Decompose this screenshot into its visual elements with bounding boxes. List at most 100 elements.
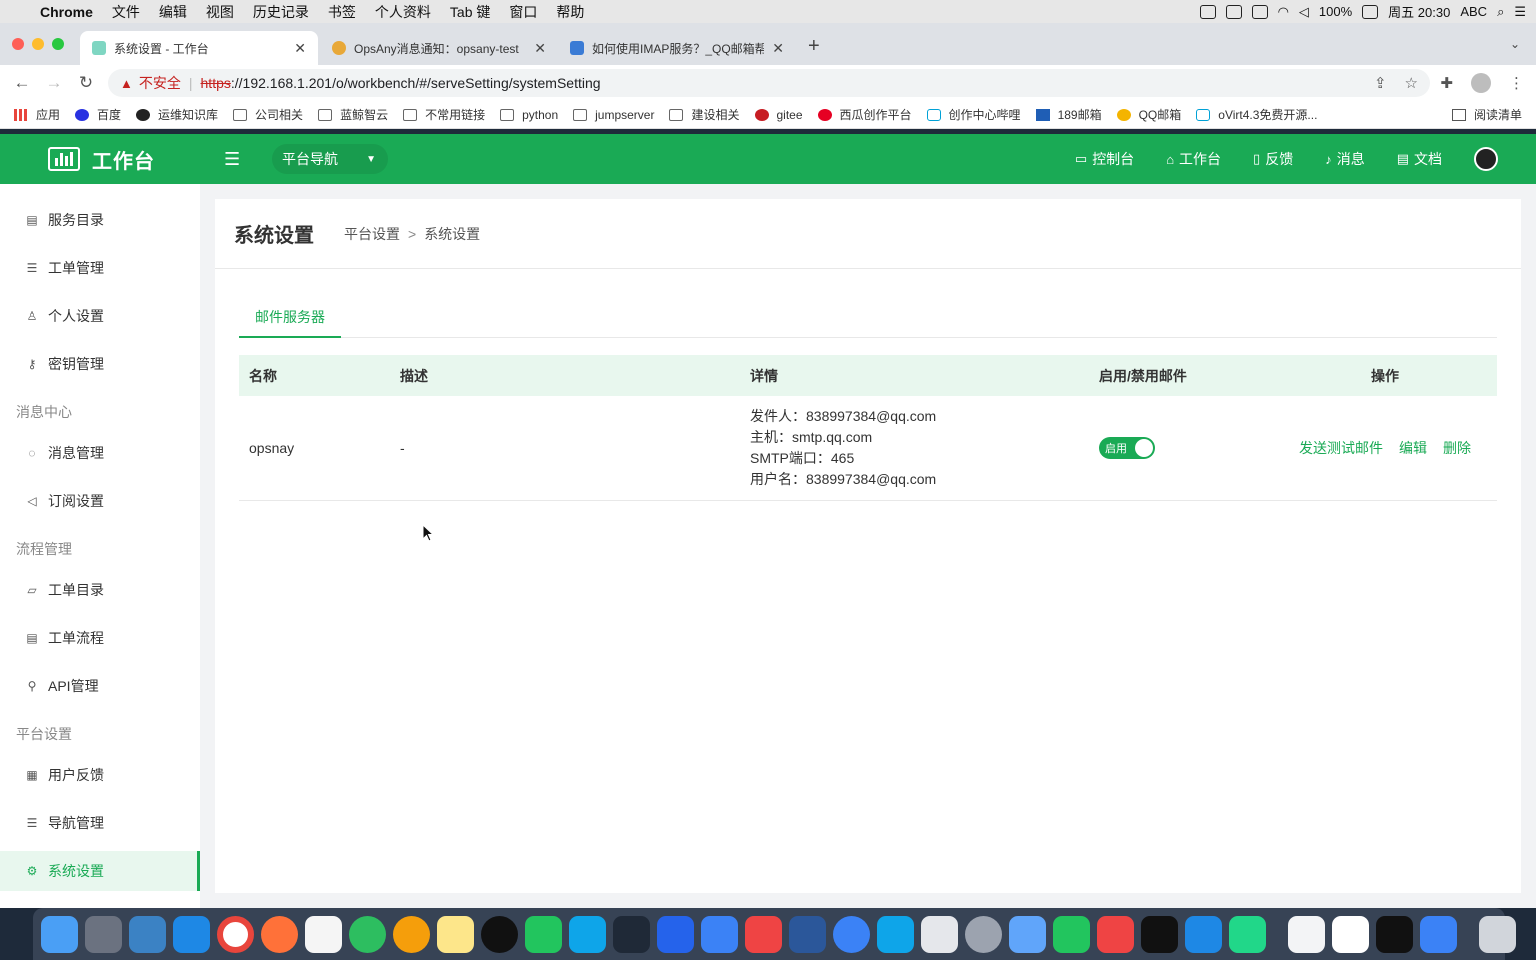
minimize-window-button[interactable] — [32, 38, 44, 50]
sidebar-item-user-feedback[interactable]: ▦ 用户反馈 — [0, 755, 200, 795]
pycharm-icon[interactable] — [1229, 915, 1266, 953]
platform-nav-dropdown[interactable]: 平台导航 ▼ — [272, 144, 388, 174]
bookmark-189mail[interactable]: 189邮箱 — [1035, 106, 1102, 123]
menu-help[interactable]: 帮助 — [556, 2, 584, 22]
close-window-button[interactable] — [12, 38, 24, 50]
back-arrow-icon[interactable]: ← — [6, 73, 38, 93]
warning-triangle-icon[interactable]: ▲ — [120, 76, 133, 91]
menu-window[interactable]: 窗口 — [509, 2, 537, 22]
app-logo[interactable]: 工作台 — [48, 145, 155, 174]
close-tab-icon[interactable]: ✕ — [534, 40, 546, 57]
textedit-icon[interactable] — [1288, 915, 1325, 953]
remote-desktop-icon[interactable] — [701, 915, 738, 953]
menu-app-name[interactable]: Chrome — [40, 4, 93, 20]
word-icon[interactable] — [789, 915, 826, 953]
pdf-reader-icon[interactable] — [1097, 915, 1134, 953]
enable-mail-toggle[interactable]: 启用 — [1099, 437, 1155, 459]
menu-view[interactable]: 视图 — [206, 2, 234, 22]
sidebar-item-service-catalog[interactable]: ▤ 服务目录 — [0, 200, 200, 240]
new-tab-button[interactable]: + — [808, 35, 820, 58]
photos-icon[interactable] — [393, 915, 430, 953]
wifi-icon[interactable]: ◠ — [1278, 4, 1289, 20]
sidebar-item-message-mgmt[interactable]: ◌ 消息管理 — [0, 433, 200, 473]
sidebar-item-key-mgmt[interactable]: ⚷ 密钥管理 — [0, 344, 200, 384]
sidebar-item-subscription[interactable]: ◁ 订阅设置 — [0, 481, 200, 521]
bookmark-folder-python[interactable]: python — [500, 108, 558, 122]
video-player-icon[interactable] — [1053, 915, 1090, 953]
vscode-icon[interactable] — [1185, 915, 1222, 953]
menu-edit[interactable]: 编辑 — [159, 2, 187, 22]
topnav-docs[interactable]: ▤ 文档 — [1397, 149, 1442, 169]
sidebar-item-personal-settings[interactable]: ♙ 个人设置 — [0, 296, 200, 336]
baidu-netdisk-icon[interactable] — [1009, 915, 1046, 953]
menu-history[interactable]: 历史记录 — [253, 2, 309, 22]
wechat-status-icon[interactable] — [1199, 4, 1216, 19]
share-icon[interactable]: ⇪ — [1374, 74, 1387, 92]
extensions-puzzle-icon[interactable]: ✚ — [1440, 74, 1453, 92]
close-tab-icon[interactable]: ✕ — [294, 40, 306, 57]
activity-monitor-icon[interactable] — [1376, 915, 1413, 953]
chat-status-icon[interactable] — [1225, 4, 1242, 19]
bookmark-gitee[interactable]: gitee — [754, 108, 803, 122]
terminal-zen-icon[interactable] — [613, 915, 650, 953]
send-test-mail-link[interactable]: 发送测试邮件 — [1299, 438, 1383, 458]
bookmark-star-icon[interactable]: ☆ — [1405, 74, 1418, 92]
menu-tab[interactable]: Tab 键 — [450, 2, 490, 22]
wechat-icon[interactable] — [525, 915, 562, 953]
bookmark-bilibili[interactable]: 创作中心哔哩 — [926, 106, 1021, 123]
bookmark-ops-kb[interactable]: 运维知识库 — [136, 106, 218, 123]
menu-collapse-icon[interactable]: ☰ — [224, 149, 240, 170]
trash-icon[interactable] — [1479, 915, 1516, 953]
profile-avatar-icon[interactable] — [1471, 73, 1491, 93]
user-avatar[interactable] — [1474, 147, 1498, 171]
scripteditor-icon[interactable] — [921, 915, 958, 953]
bookmark-ovirt[interactable]: oVirt4.3免费开源... — [1196, 106, 1317, 123]
topnav-messages[interactable]: ♪ 消息 — [1325, 149, 1365, 169]
launchpad-icon[interactable] — [85, 915, 122, 953]
bookmark-xigua[interactable]: 西瓜创作平台 — [817, 106, 912, 123]
bookmark-folder-uncommon[interactable]: 不常用链接 — [403, 106, 485, 123]
input-method[interactable]: ABC — [1460, 4, 1487, 19]
k-app-icon[interactable] — [833, 915, 870, 953]
testflight-icon[interactable] — [877, 915, 914, 953]
close-tab-icon[interactable]: ✕ — [772, 40, 784, 57]
bookmark-folder-bk[interactable]: 蓝鲸智云 — [318, 106, 388, 123]
edit-link[interactable]: 编辑 — [1399, 438, 1427, 458]
browser-tab[interactable]: 如何使用IMAP服务？_QQ邮箱帮 ✕ — [558, 31, 796, 65]
disk-utility-icon[interactable] — [965, 915, 1002, 953]
menu-bookmarks[interactable]: 书签 — [328, 2, 356, 22]
security-label[interactable]: 不安全 — [139, 73, 181, 93]
evernote-icon[interactable] — [349, 915, 386, 953]
breadcrumb-item[interactable]: 平台设置 — [344, 226, 400, 242]
battery-icon[interactable] — [1362, 4, 1379, 19]
menu-file[interactable]: 文件 — [112, 2, 140, 22]
sidebar-item-ticket-flow[interactable]: ▤ 工单流程 — [0, 618, 200, 658]
reload-icon[interactable]: ↻ — [70, 73, 102, 93]
bookmark-qqmail[interactable]: QQ邮箱 — [1116, 106, 1181, 123]
forward-arrow-icon[interactable]: → — [38, 73, 70, 93]
sidebar-item-nav-mgmt[interactable]: ☰ 导航管理 — [0, 803, 200, 843]
bookmark-folder-build[interactable]: 建设相关 — [669, 106, 740, 123]
sidebar-item-system-settings[interactable]: ⚙ 系统设置 — [0, 851, 200, 891]
notes-icon[interactable] — [437, 915, 474, 953]
tab-search-chevron-icon[interactable]: ⌄ — [1510, 37, 1520, 51]
sidebar-item-ticket-catalog[interactable]: ▱ 工单目录 — [0, 570, 200, 610]
address-bar[interactable]: ▲ 不安全 | https ://192.168.1.201/o/workben… — [108, 69, 1430, 97]
bluetooth-icon[interactable] — [1251, 4, 1268, 19]
sidebar-item-api-mgmt[interactable]: ⚲ API管理 — [0, 666, 200, 706]
browser-tab[interactable]: OpsAny消息通知：opsany-test ✕ — [320, 31, 558, 65]
topnav-workbench[interactable]: ⌂ 工作台 — [1166, 149, 1221, 169]
bookmark-folder-jumpserver[interactable]: jumpserver — [573, 108, 654, 122]
control-center-icon[interactable]: ☰ — [1514, 4, 1526, 20]
calendar-icon[interactable] — [1332, 915, 1369, 953]
mail-app-icon[interactable] — [129, 915, 166, 953]
vmware-icon[interactable] — [1420, 915, 1457, 953]
bookmark-folder-company[interactable]: 公司相关 — [233, 106, 303, 123]
terminal-icon[interactable] — [1141, 915, 1178, 953]
spotlight-icon[interactable]: ⌕ — [1497, 4, 1504, 20]
finder-icon[interactable] — [41, 915, 78, 953]
messenger-icon[interactable] — [569, 915, 606, 953]
qq-icon[interactable] — [481, 915, 518, 953]
bookmark-apps[interactable]: 应用 — [14, 106, 60, 123]
safari-icon[interactable] — [173, 915, 210, 953]
